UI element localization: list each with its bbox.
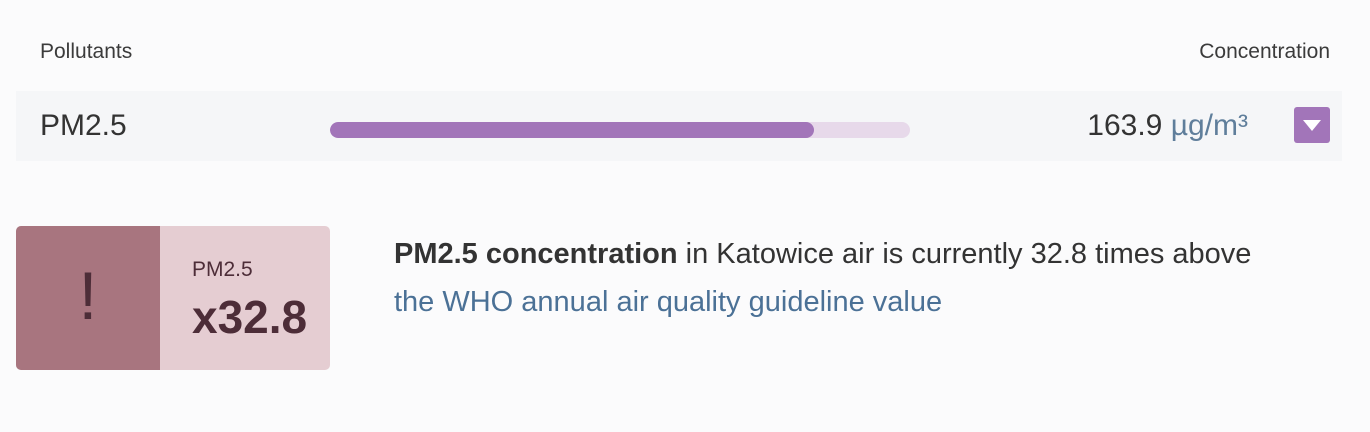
alert-pollutant-label: PM2.5	[192, 258, 253, 281]
exclamation-icon: !	[78, 258, 98, 334]
description-bold-text: PM2.5 concentration	[394, 238, 678, 270]
alert-description: PM2.5 concentration in Katowice air is c…	[394, 230, 1254, 326]
pollutant-row[interactable]: PM2.5 163.9 µg/m³	[16, 91, 1342, 161]
alert-multiplier: x32.8	[192, 291, 308, 343]
pollutants-column-header: Pollutants	[40, 40, 133, 63]
pollutant-name: PM2.5	[40, 109, 127, 142]
warning-icon-panel: !	[16, 226, 160, 370]
who-guideline-link[interactable]: the WHO annual air quality guideline val…	[394, 286, 942, 318]
concentration-column-header: Concentration	[1199, 40, 1330, 63]
alert-card: ! PM2.5 x32.8	[16, 226, 330, 370]
concentration-bar-track	[330, 122, 910, 138]
concentration-number: 163.9	[1087, 109, 1163, 142]
concentration-bar-fill	[330, 122, 815, 138]
chevron-down-icon	[1303, 120, 1321, 131]
description-text: in Katowice air is currently 32.8 times …	[677, 238, 1252, 270]
table-header: Pollutants Concentration	[40, 40, 1330, 68]
concentration-value: 163.9 µg/m³	[1087, 109, 1248, 143]
concentration-unit: µg/m³	[1170, 109, 1248, 142]
expand-toggle-button[interactable]	[1294, 107, 1330, 143]
